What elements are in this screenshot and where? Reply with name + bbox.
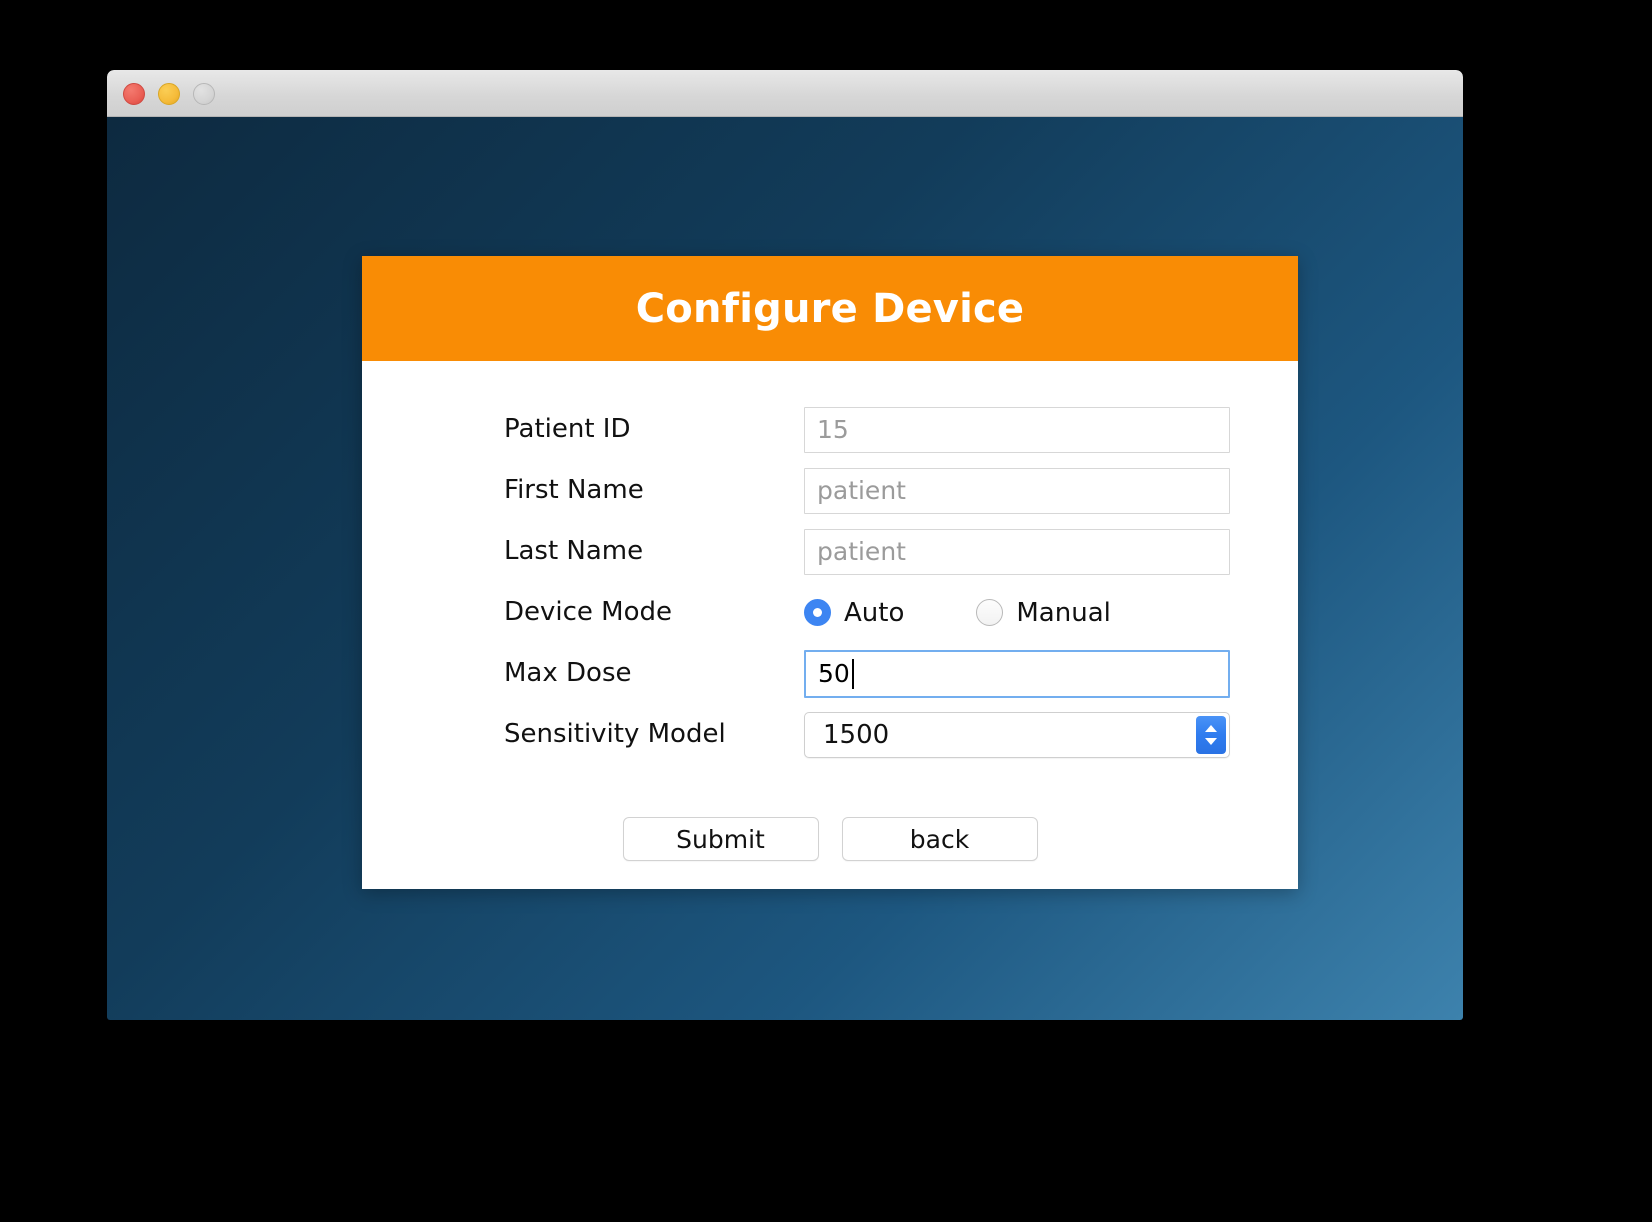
field-wrap-first-name: patient [804, 467, 1230, 514]
stepper-updown-icon[interactable] [1196, 715, 1226, 754]
label-device-mode: Device Mode [504, 596, 673, 627]
field-wrap-patient-id: 15 [804, 406, 1230, 453]
label-max-dose: Max Dose [504, 657, 632, 688]
device-mode-radio-group: Auto Manual [804, 598, 1230, 628]
close-button-icon[interactable] [123, 83, 145, 105]
patient-id-input[interactable]: 15 [804, 406, 1230, 453]
zoom-button-icon[interactable] [193, 83, 215, 105]
radio-label-auto: Auto [844, 597, 905, 628]
first-name-input[interactable]: patient [804, 467, 1230, 514]
sensitivity-model-select[interactable]: 1500 [804, 711, 1230, 758]
app-window: Configure Device Patient ID 15 First Nam… [107, 70, 1463, 1020]
label-patient-id: Patient ID [504, 413, 631, 444]
form-row-sensitivity-model: Sensitivity Model 1500 [362, 704, 1298, 765]
dialog-footer: Submit back [362, 817, 1298, 861]
sensitivity-model-value: 1500 [823, 719, 890, 750]
radio-option-auto[interactable]: Auto [804, 598, 904, 628]
label-sensitivity-model: Sensitivity Model [504, 718, 726, 749]
dialog-body: Patient ID 15 First Name patient Last Na… [362, 361, 1298, 889]
field-wrap-sensitivity-model: 1500 [804, 711, 1230, 758]
window-titlebar [107, 70, 1463, 117]
form-row-first-name: First Name patient [362, 460, 1298, 521]
max-dose-input[interactable]: 50 [804, 649, 1230, 698]
last-name-input[interactable]: patient [804, 528, 1230, 575]
chevron-up-icon [1205, 724, 1217, 732]
back-button[interactable]: back [841, 817, 1038, 861]
form-row-max-dose: Max Dose 50 [362, 643, 1298, 704]
label-first-name: First Name [504, 474, 644, 505]
radio-unselected-icon[interactable] [976, 599, 1004, 626]
label-last-name: Last Name [504, 535, 644, 566]
minimize-button-icon[interactable] [158, 83, 180, 105]
screen: Configure Device Patient ID 15 First Nam… [0, 0, 1652, 1222]
dialog-header: Configure Device [362, 256, 1298, 361]
chevron-down-icon [1205, 737, 1217, 745]
radio-option-manual[interactable]: Manual [976, 597, 1111, 628]
field-wrap-max-dose: 50 [804, 649, 1230, 698]
radio-label-manual: Manual [1016, 597, 1111, 628]
form-row-last-name: Last Name patient [362, 521, 1298, 582]
configure-device-dialog: Configure Device Patient ID 15 First Nam… [362, 256, 1298, 889]
radio-selected-icon[interactable] [804, 599, 831, 626]
window-content: Configure Device Patient ID 15 First Nam… [107, 117, 1463, 1020]
text-caret [851, 658, 854, 689]
form-row-patient-id: Patient ID 15 [362, 399, 1298, 460]
page-title: Configure Device [635, 285, 1025, 332]
submit-button[interactable]: Submit [622, 817, 819, 861]
field-wrap-device-mode: Auto Manual [804, 598, 1230, 628]
field-wrap-last-name: patient [804, 528, 1230, 575]
form-row-device-mode: Device Mode Auto Manual [362, 582, 1298, 643]
window-controls [123, 83, 215, 105]
max-dose-value: 50 [818, 659, 850, 688]
